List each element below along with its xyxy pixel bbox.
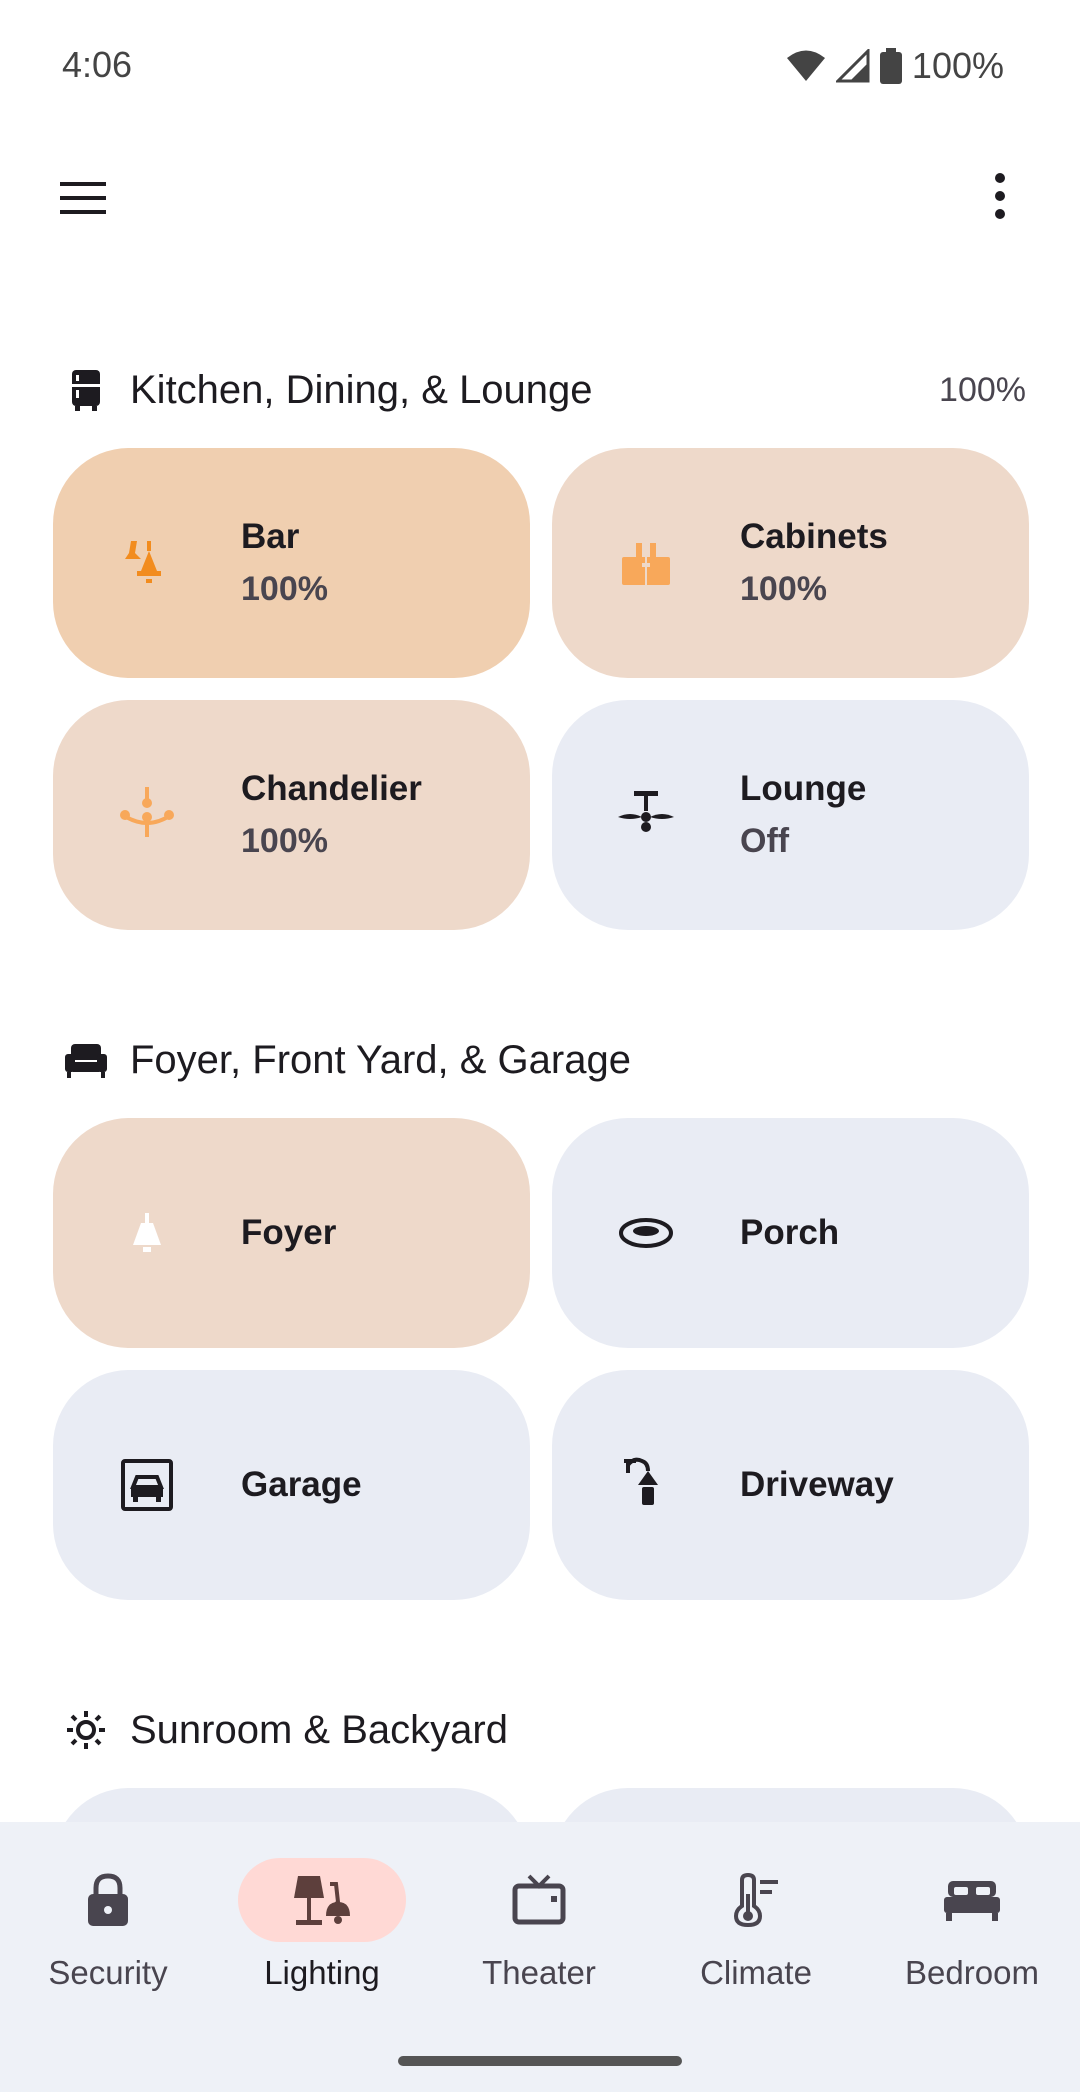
nav-theater[interactable]: Theater bbox=[431, 1858, 647, 2018]
tile-name: Foyer bbox=[241, 1213, 337, 1252]
light-tile-sunroom-1[interactable] bbox=[53, 1788, 530, 1822]
section-header: Kitchen, Dining, & Lounge 100% bbox=[62, 350, 1026, 430]
nav-label: Bedroom bbox=[905, 1954, 1039, 1991]
tile-name: Driveway bbox=[740, 1465, 894, 1504]
light-tile-porch[interactable]: Porch bbox=[552, 1118, 1029, 1348]
nav-bedroom[interactable]: Bedroom bbox=[864, 1858, 1080, 2018]
section-title: Kitchen, Dining, & Lounge bbox=[130, 367, 593, 412]
tile-state: 100% bbox=[241, 822, 328, 860]
tile-name: Chandelier bbox=[241, 769, 422, 808]
ceiling-fan-light-icon bbox=[616, 785, 676, 845]
tv-icon bbox=[512, 1874, 566, 1925]
tile-name: Garage bbox=[241, 1465, 362, 1504]
battery-icon bbox=[879, 48, 902, 84]
bottom-navigation: Security Lighting Theater Climate Bedroo… bbox=[0, 1822, 1080, 2092]
nav-active-indicator bbox=[238, 1858, 406, 1942]
more-options-button[interactable] bbox=[968, 170, 1024, 226]
lamp-icon bbox=[294, 1876, 350, 1925]
fridge-icon bbox=[62, 366, 110, 414]
hamburger-menu-icon bbox=[60, 182, 106, 214]
light-tile-cabinets[interactable]: Cabinets 100% bbox=[552, 448, 1029, 678]
flush-mount-light-icon bbox=[616, 1203, 676, 1263]
cabinet-light-icon bbox=[616, 533, 676, 593]
wall-lamp-icon bbox=[117, 1203, 177, 1263]
tile-name: Lounge bbox=[740, 769, 867, 808]
section-header: Sunroom & Backyard bbox=[62, 1690, 1022, 1770]
bed-icon bbox=[944, 1881, 1000, 1921]
lock-icon bbox=[88, 1873, 128, 1926]
tile-state: 100% bbox=[241, 570, 328, 608]
light-tile-chandelier[interactable]: Chandelier 100% bbox=[53, 700, 530, 930]
battery-level: 100% bbox=[911, 45, 1004, 86]
cell-signal-icon bbox=[835, 49, 870, 83]
chandelier-icon bbox=[117, 785, 177, 845]
light-tile-lounge[interactable]: Lounge Off bbox=[552, 700, 1029, 930]
tile-name: Porch bbox=[740, 1213, 840, 1252]
nav-lighting[interactable]: Lighting bbox=[214, 1858, 430, 2018]
section-title: Foyer, Front Yard, & Garage bbox=[130, 1037, 631, 1082]
wifi-icon bbox=[786, 50, 825, 81]
tile-state: Off bbox=[740, 822, 790, 860]
sofa-icon bbox=[62, 1036, 110, 1084]
nav-label: Lighting bbox=[264, 1954, 380, 1991]
nav-security[interactable]: Security bbox=[0, 1858, 216, 2018]
rooms-list[interactable]: Kitchen, Dining, & Lounge 100% Bar 100% … bbox=[0, 240, 1080, 1822]
section-title: Sunroom & Backyard bbox=[130, 1707, 508, 1752]
light-tile-garage[interactable]: Garage bbox=[53, 1370, 530, 1600]
more-vert-icon bbox=[995, 173, 1005, 219]
menu-button[interactable] bbox=[56, 170, 112, 226]
tile-name: Bar bbox=[241, 517, 300, 556]
status-bar: 4:06 100% bbox=[0, 0, 1080, 130]
light-tile-bar[interactable]: Bar 100% bbox=[53, 448, 530, 678]
nav-climate[interactable]: Climate bbox=[648, 1858, 864, 2018]
pendant-lamps-icon bbox=[117, 533, 177, 593]
tile-name: Cabinets bbox=[740, 517, 888, 556]
outdoor-lamp-icon bbox=[616, 1455, 676, 1515]
garage-car-icon bbox=[117, 1455, 177, 1515]
tile-state: 100% bbox=[740, 570, 827, 608]
top-app-bar bbox=[0, 150, 1080, 240]
light-tile-sunroom-2[interactable] bbox=[552, 1788, 1029, 1822]
status-icons: 100% bbox=[786, 44, 1004, 88]
sun-icon bbox=[62, 1706, 110, 1754]
home-indicator[interactable] bbox=[398, 2056, 682, 2066]
nav-label: Theater bbox=[482, 1954, 596, 1991]
light-tile-foyer[interactable]: Foyer bbox=[53, 1118, 530, 1348]
nav-label: Climate bbox=[700, 1954, 812, 1991]
section-level: 100% bbox=[939, 370, 1026, 409]
thermometer-icon bbox=[733, 1872, 778, 1928]
light-tile-driveway[interactable]: Driveway bbox=[552, 1370, 1029, 1600]
status-time: 4:06 bbox=[62, 44, 133, 85]
nav-label: Security bbox=[48, 1954, 168, 1991]
section-header: Foyer, Front Yard, & Garage bbox=[62, 1020, 1022, 1100]
